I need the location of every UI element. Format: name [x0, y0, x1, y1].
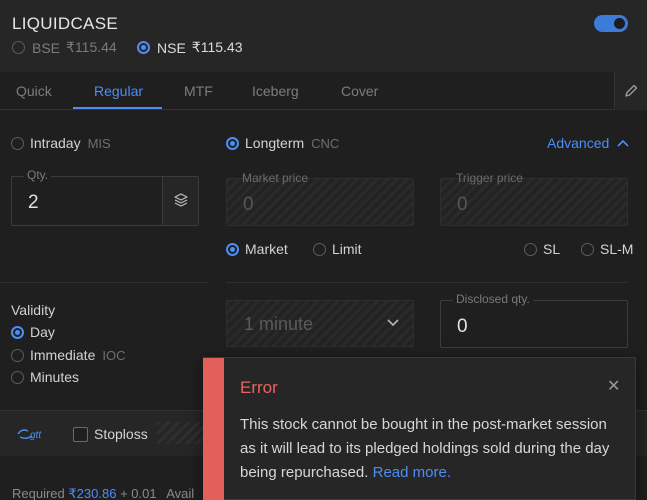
intraday-code: MIS: [87, 135, 111, 151]
buy-sell-toggle[interactable]: [594, 15, 628, 32]
exchange-nse-option[interactable]: NSE ₹115.43: [137, 39, 243, 56]
required-margin-line: Required ₹230.86 + 0.01 Avail: [12, 486, 194, 500]
order-type-tabs: Quick Regular MTF Iceberg Cover: [0, 72, 647, 110]
market-price-label: Market price: [242, 171, 309, 185]
exchange-bse-radio[interactable]: [12, 41, 25, 54]
section-divider-left: [0, 282, 208, 283]
instrument-header: LIQUIDCASE BSE ₹115.44 NSE ₹115.43: [0, 0, 647, 72]
day-radio[interactable]: [11, 325, 24, 339]
tab-mtf[interactable]: MTF: [184, 83, 213, 99]
layers-icon: [174, 193, 188, 207]
error-toast: Error ✕ This stock cannot be bought in t…: [203, 357, 636, 500]
qty-label: Qty.: [24, 168, 52, 182]
pencil-icon: [625, 84, 638, 97]
chevron-up-icon: [617, 139, 629, 147]
required-amount[interactable]: ₹230.86: [68, 486, 116, 500]
exchange-nse-radio[interactable]: [137, 41, 150, 54]
longterm-code: CNC: [311, 135, 340, 151]
intraday-label: Intraday: [30, 135, 81, 151]
exchange-bse-price: ₹115.44: [66, 39, 117, 55]
gtt-icon[interactable]: gtt: [16, 427, 52, 441]
trigger-price-field: Trigger price 0: [440, 171, 628, 226]
qty-field[interactable]: Qty. 2: [11, 168, 199, 226]
instrument-title: LIQUIDCASE: [12, 14, 118, 33]
immediate-label: Immediate: [30, 347, 96, 363]
toggle-knob: [614, 18, 625, 29]
exchange-nse-price: ₹115.43: [191, 39, 243, 55]
tab-quick[interactable]: Quick: [16, 83, 52, 99]
trigger-price-input: 0: [457, 194, 468, 215]
order-type-limit[interactable]: Limit: [313, 241, 362, 257]
available-label: Avail: [166, 486, 195, 500]
lot-size-button[interactable]: [162, 177, 198, 225]
minutes-radio[interactable]: [11, 370, 24, 384]
order-type-market[interactable]: Market: [226, 241, 288, 257]
order-type-sl[interactable]: SL: [524, 241, 560, 257]
market-radio[interactable]: [226, 242, 239, 256]
section-divider-right: [226, 282, 628, 283]
slm-radio[interactable]: [581, 242, 594, 256]
qty-input[interactable]: 2: [28, 192, 39, 214]
minutes-select: 1 minute: [226, 300, 414, 347]
advanced-label: Advanced: [547, 135, 610, 151]
error-title: Error: [240, 378, 278, 397]
day-label: Day: [30, 324, 55, 340]
disclosed-qty-input[interactable]: 0: [457, 316, 468, 338]
trigger-price-label: Trigger price: [456, 171, 523, 185]
limit-label: Limit: [332, 241, 362, 257]
tab-cover[interactable]: Cover: [341, 83, 378, 99]
tab-iceberg[interactable]: Iceberg: [252, 83, 299, 99]
stoploss-label: Stoploss: [94, 426, 148, 442]
stoploss-input-disabled: [157, 422, 203, 444]
exchange-bse-label: BSE: [32, 39, 61, 56]
gtt-label: gtt: [30, 430, 42, 441]
validity-title: Validity: [11, 302, 56, 318]
read-more-link[interactable]: Read more.: [373, 464, 451, 481]
minutes-select-value: 1 minute: [244, 314, 314, 334]
product-longterm-option[interactable]: Longterm CNC: [226, 135, 339, 151]
immediate-code: IOC: [102, 347, 126, 363]
product-intraday-option[interactable]: Intraday MIS: [11, 135, 111, 151]
edit-tool-button[interactable]: [614, 72, 647, 110]
market-price-field: Market price 0: [226, 171, 414, 226]
chevron-down-icon: [387, 319, 399, 327]
active-tab-indicator: [73, 107, 162, 109]
market-price-input: 0: [243, 194, 254, 215]
required-extra: + 0.01: [120, 486, 157, 500]
validity-minutes-option[interactable]: Minutes: [11, 369, 79, 385]
exchange-nse-label: NSE: [157, 39, 186, 56]
order-type-slm[interactable]: SL-M: [581, 241, 633, 257]
advanced-toggle[interactable]: Advanced: [547, 135, 629, 151]
intraday-radio[interactable]: [11, 136, 24, 150]
immediate-radio[interactable]: [11, 348, 24, 362]
validity-immediate-option[interactable]: Immediate IOC: [11, 347, 125, 363]
minutes-label: Minutes: [30, 369, 80, 385]
sl-radio[interactable]: [524, 242, 537, 256]
market-label: Market: [245, 241, 288, 257]
validity-day-option[interactable]: Day: [11, 324, 55, 340]
stoploss-checkbox[interactable]: [73, 427, 88, 442]
close-icon[interactable]: ✕: [607, 379, 620, 395]
limit-radio[interactable]: [313, 242, 326, 256]
sl-label: SL: [543, 241, 561, 257]
disclosed-qty-label: Disclosed qty.: [453, 292, 533, 306]
disclosed-qty-field[interactable]: Disclosed qty. 0: [440, 292, 628, 348]
required-label: Required: [12, 486, 65, 500]
error-message: This stock cannot be bought in the post-…: [240, 413, 612, 485]
slm-label: SL-M: [600, 241, 634, 257]
longterm-radio[interactable]: [226, 136, 239, 150]
longterm-label: Longterm: [245, 135, 305, 151]
error-accent-bar: [203, 358, 224, 500]
exchange-bse-option[interactable]: BSE ₹115.44: [12, 39, 117, 56]
tab-regular[interactable]: Regular: [94, 83, 143, 99]
